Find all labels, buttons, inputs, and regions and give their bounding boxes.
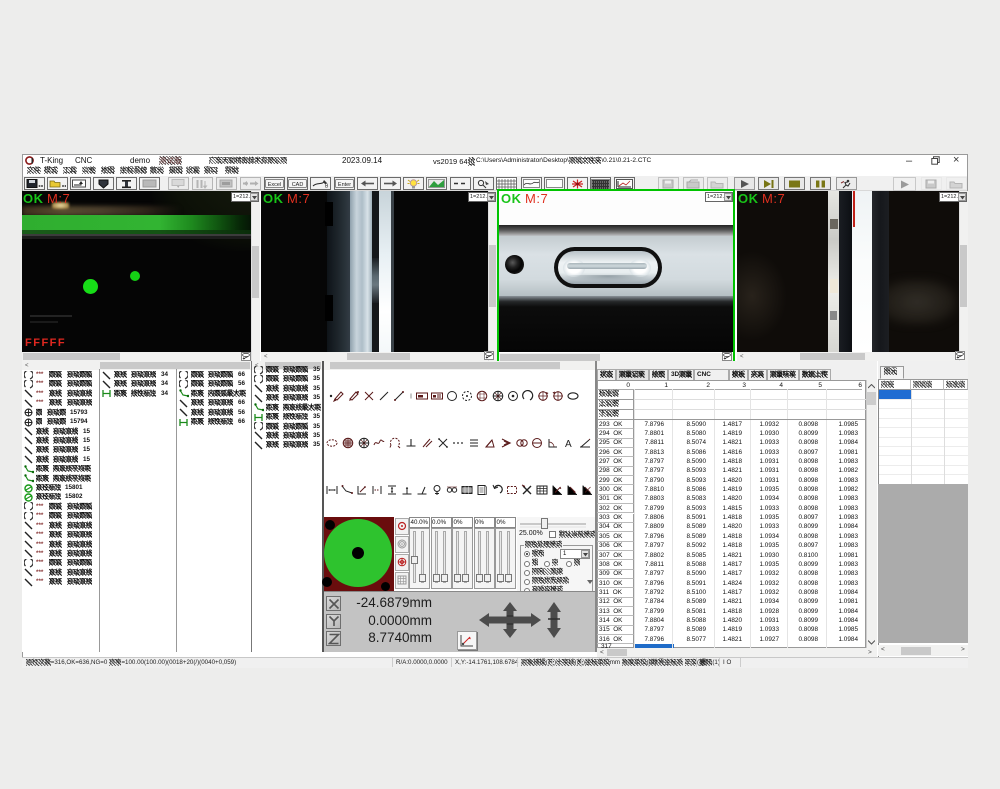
svg-text:B: B [325,184,329,189]
svg-text:A: A [565,439,572,449]
svg-text:CAD: CAD [292,182,304,188]
svg-text:Enter: Enter [338,182,351,188]
svg-text:Excel: Excel [268,182,281,188]
